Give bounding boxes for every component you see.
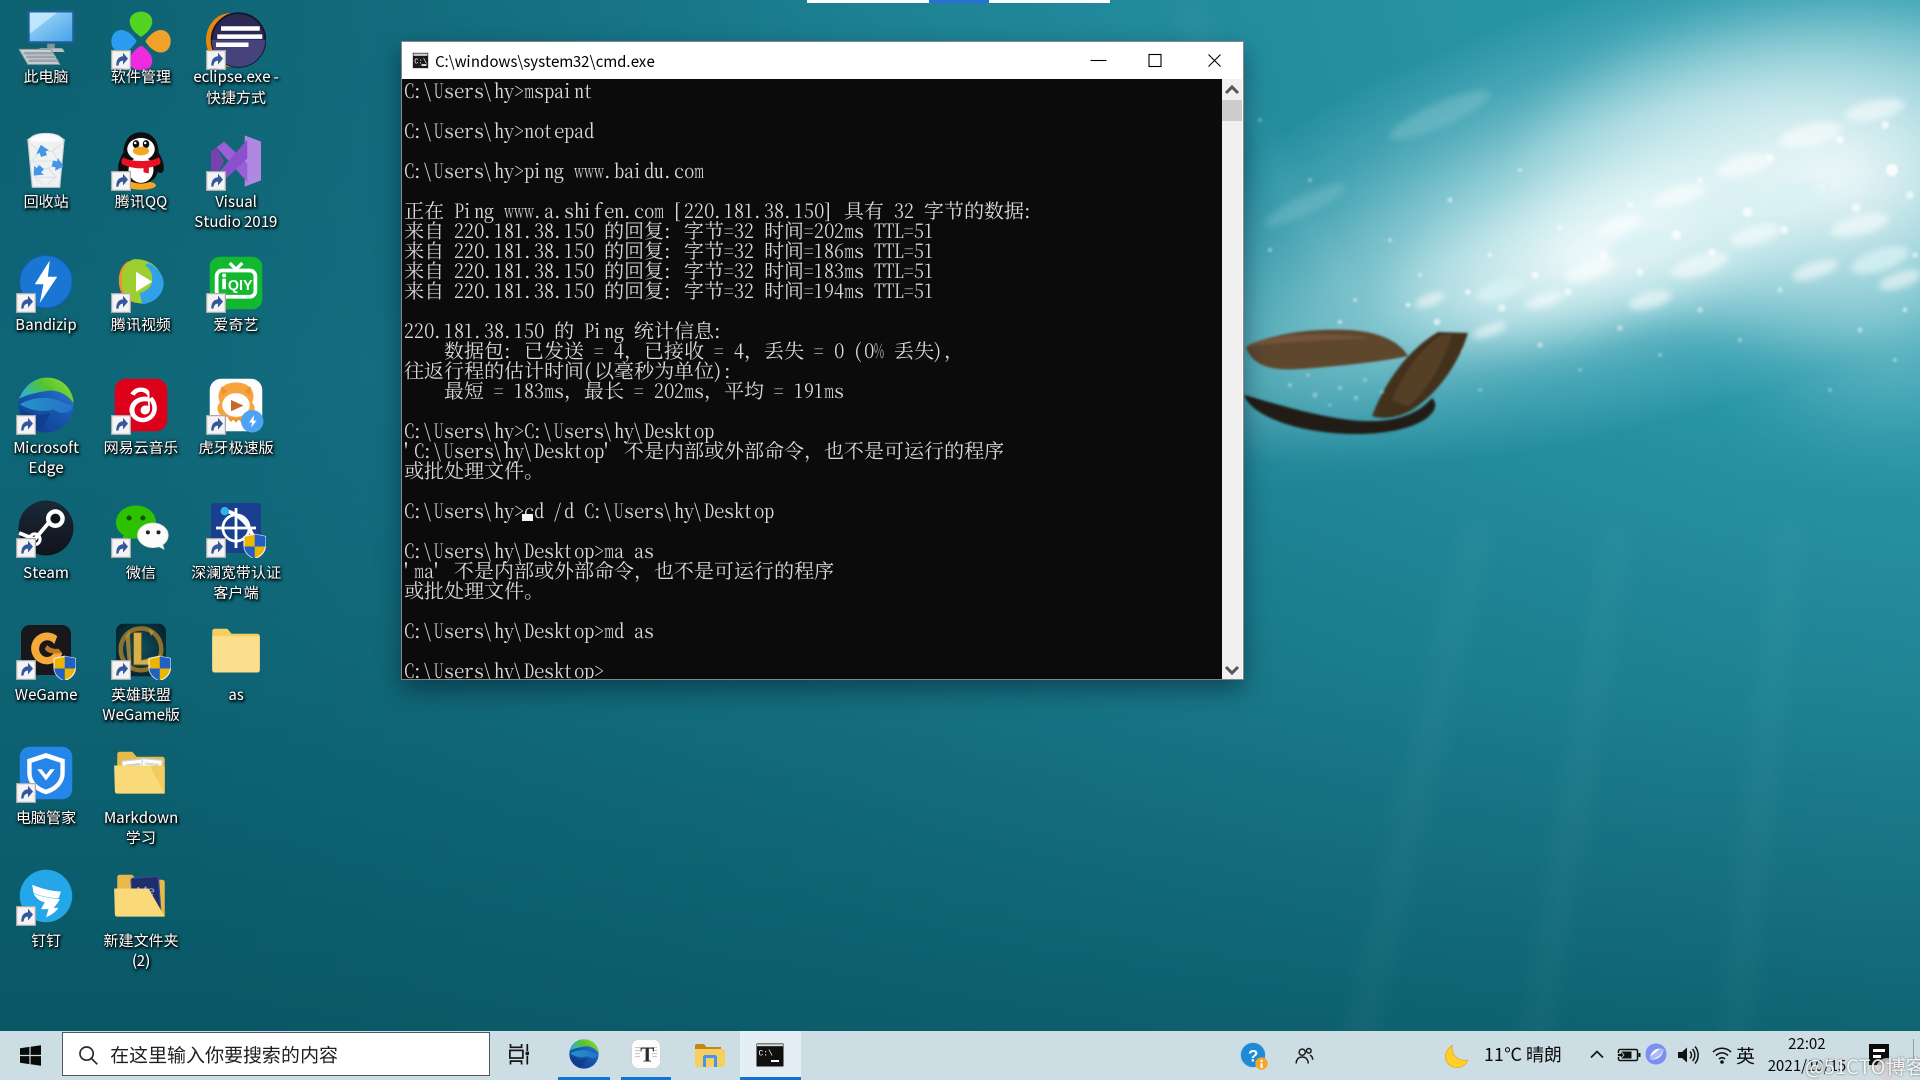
svg-text:QIY!: QIY! — [228, 278, 258, 294]
svg-text:C:\: C:\ — [759, 1050, 774, 1059]
svg-text:T: T — [640, 1043, 654, 1067]
